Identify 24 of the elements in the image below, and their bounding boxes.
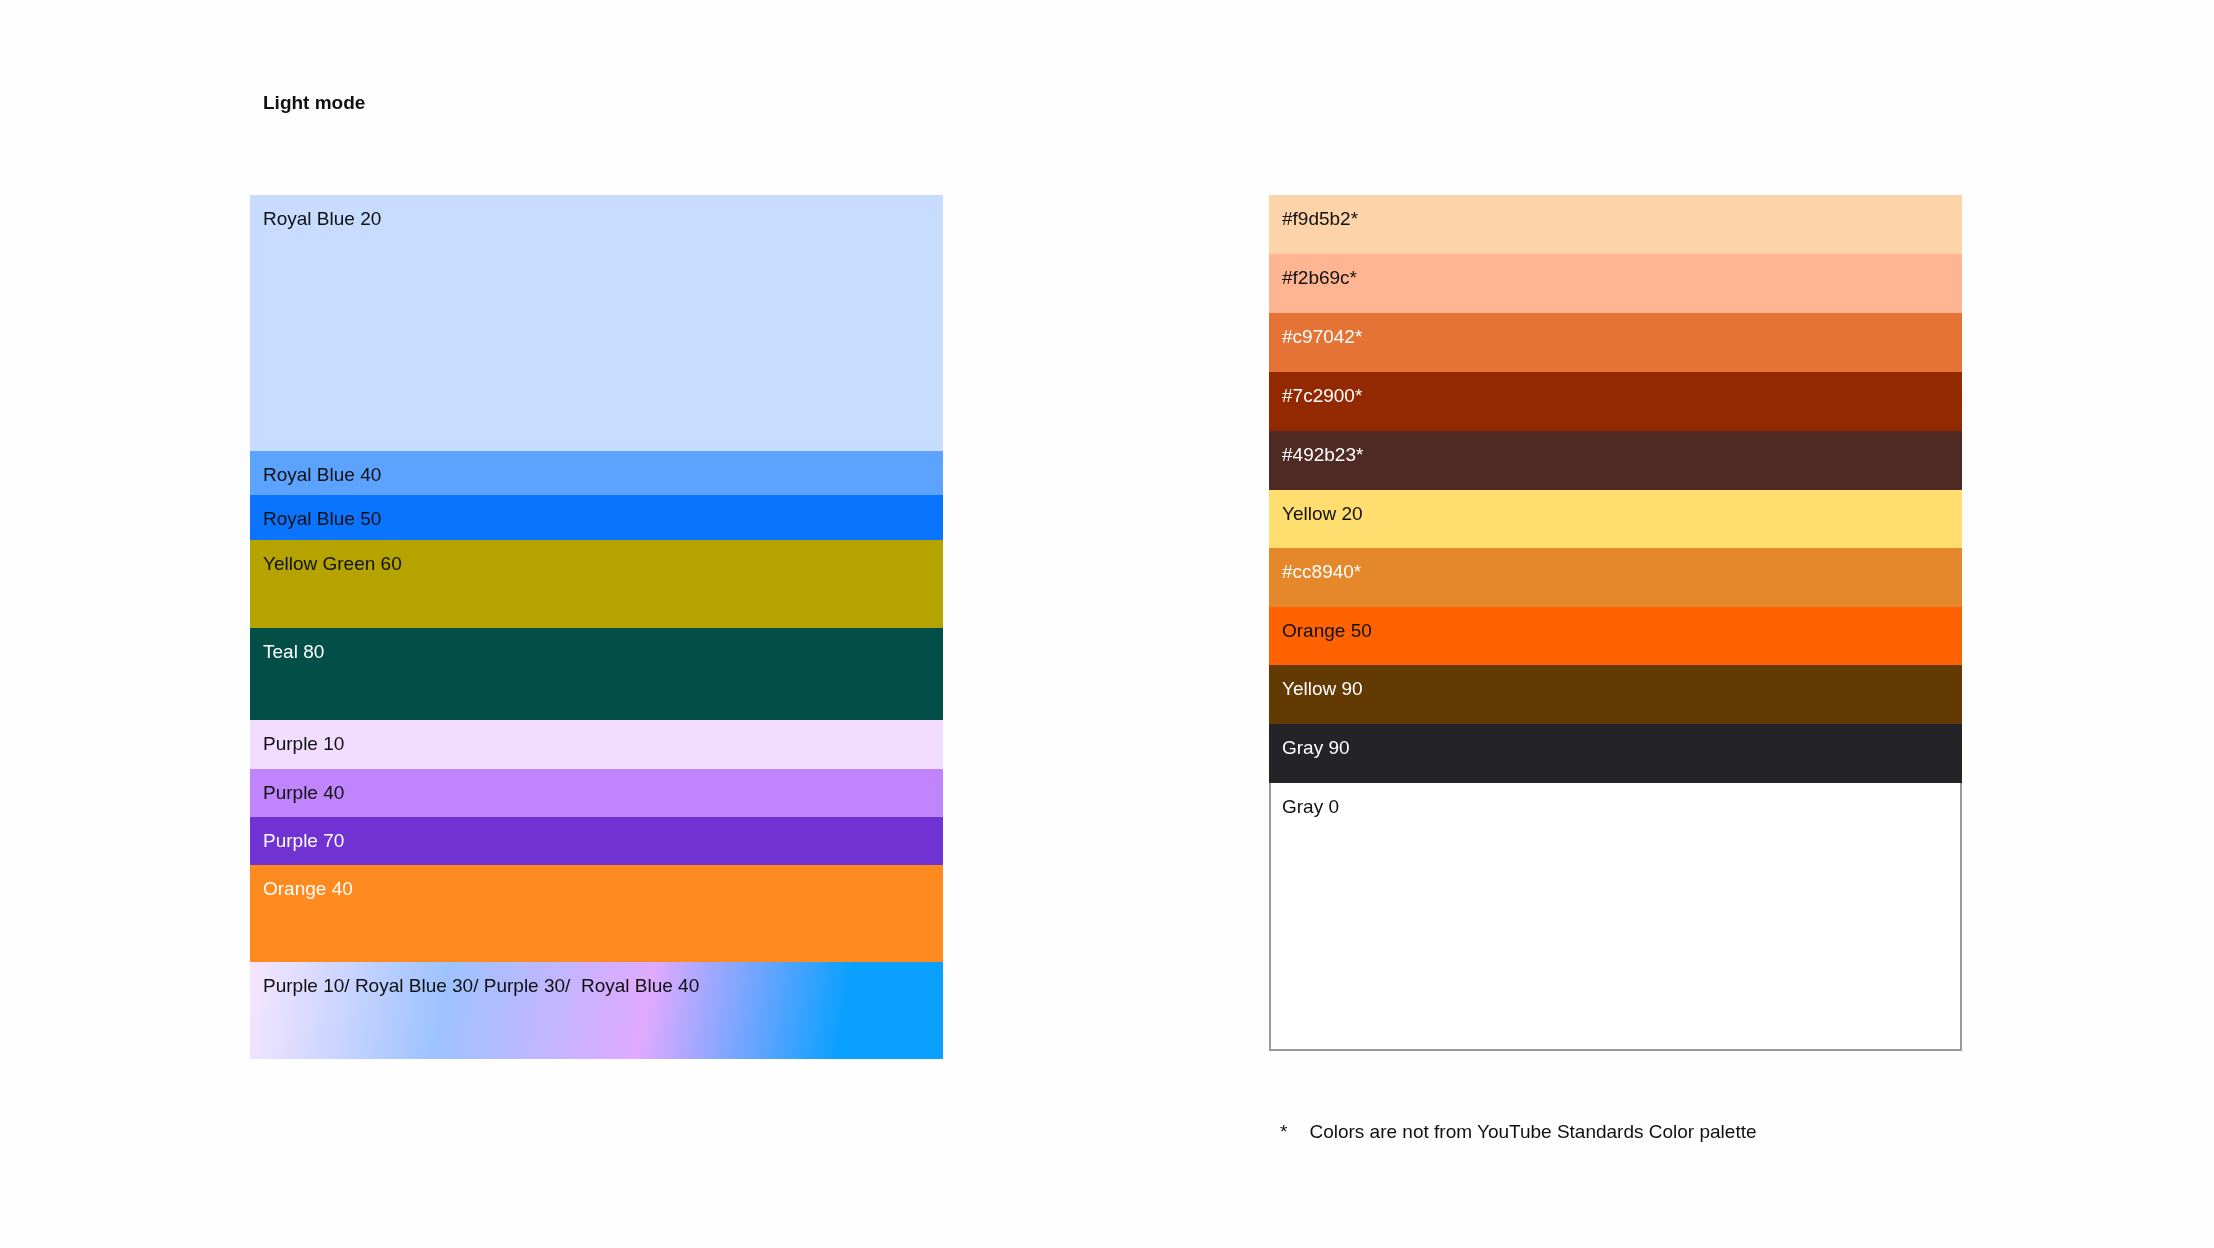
- swatch-label: #7c2900*: [1282, 385, 1363, 406]
- footnote-mark: *: [1280, 1121, 1288, 1143]
- swatch-label: Orange 40: [263, 878, 353, 899]
- swatch-label: Teal 80: [263, 641, 325, 662]
- page-title: Light mode: [263, 92, 367, 115]
- swatch-label: Purple 10: [263, 733, 345, 754]
- swatch-label: Yellow Green 60: [263, 553, 402, 574]
- swatch-label: Royal Blue 20: [263, 208, 382, 229]
- swatch-label: Royal Blue 50: [263, 508, 382, 529]
- footnote-text: Colors are not from YouTube Standards Color palette: [1309, 1121, 1757, 1143]
- swatch-label: Purple 40: [263, 782, 345, 803]
- swatch-label: Yellow 20: [1282, 503, 1363, 524]
- swatch-label: Gray 90: [1282, 737, 1350, 758]
- swatch-label: Purple 70: [263, 830, 345, 851]
- swatch-label: Royal Blue 40: [263, 464, 382, 485]
- swatch-label: #492b23*: [1282, 444, 1364, 465]
- swatch-label: #c97042*: [1282, 326, 1363, 347]
- swatch-label: Purple 10/ Royal Blue 30/ Purple 30/ Royal Blue 40: [263, 975, 700, 996]
- swatch-label: Gray 0: [1282, 796, 1340, 817]
- swatch-label: #f2b69c*: [1282, 267, 1357, 288]
- swatch-label: Orange 50: [1282, 620, 1372, 641]
- swatch-label: #f9d5b2*: [1282, 208, 1359, 229]
- swatch-label: #cc8940*: [1282, 561, 1362, 582]
- swatch-label: Yellow 90: [1282, 678, 1363, 699]
